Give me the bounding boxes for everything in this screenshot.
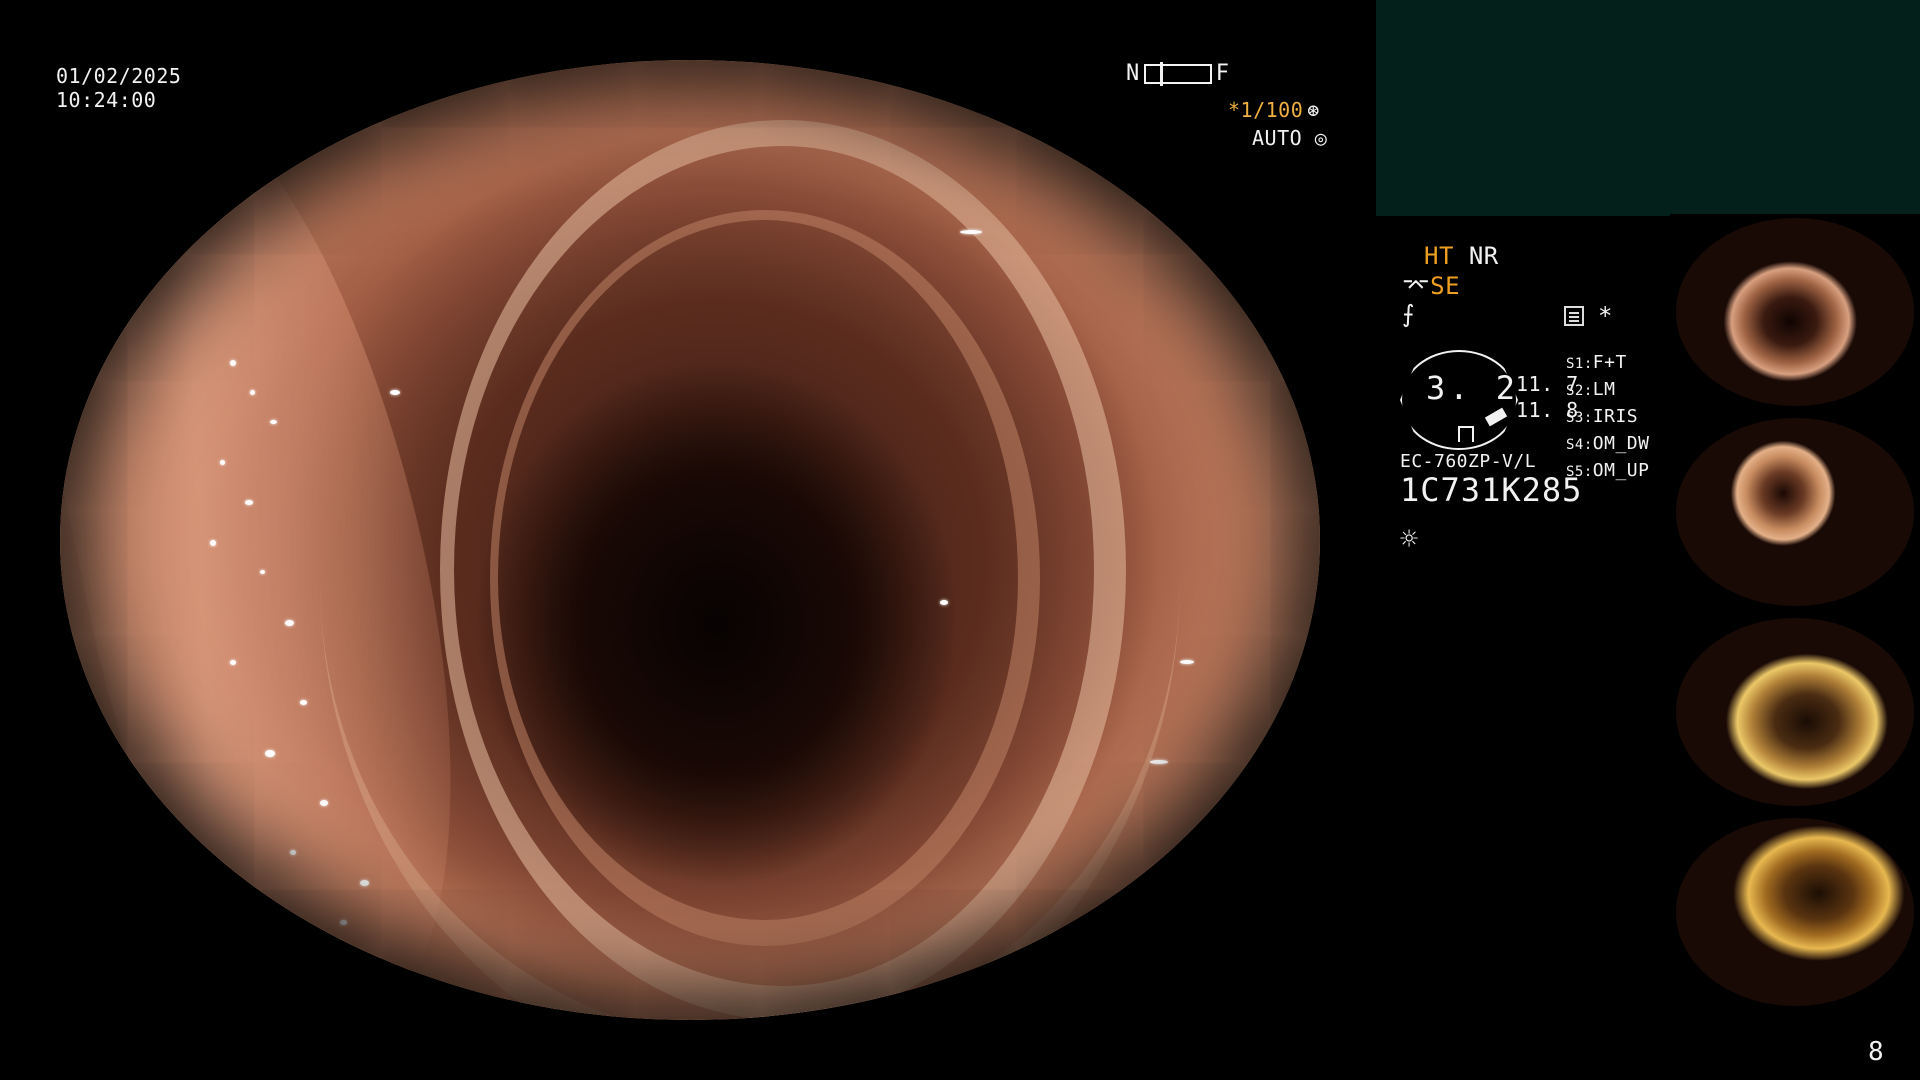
ht-label: HT: [1424, 242, 1454, 270]
switch-key: S3:: [1566, 410, 1593, 426]
structure-enhancement: ⌤SE: [1402, 274, 1460, 298]
auto-label: AUTO: [1252, 126, 1303, 150]
captured-image-3[interactable]: [1670, 614, 1920, 810]
thumbnail-image: [1676, 418, 1914, 606]
enhancement-mode: HT NR: [1424, 244, 1499, 268]
nr-label: NR: [1468, 242, 1499, 270]
switch-row: S3:IRIS: [1566, 404, 1649, 431]
switch-key: S2:: [1566, 383, 1593, 399]
star-marker: *: [1598, 302, 1613, 330]
date-text: 01/02/2025: [56, 64, 182, 88]
switch-value: IRIS: [1592, 406, 1639, 427]
dial-marker: [1458, 426, 1474, 442]
far-label: F: [1215, 61, 1230, 86]
list-icon: [1564, 306, 1584, 326]
secondary-display-panel: [1376, 0, 1920, 216]
se-label: SE: [1430, 272, 1461, 300]
switch-row: S1:F+T: [1566, 350, 1649, 377]
switch-value: F+T: [1592, 352, 1627, 373]
scope-serial: 1C731K285: [1400, 471, 1583, 509]
iris-icon: ◎: [1302, 126, 1328, 150]
switch-row: S2:LM: [1566, 377, 1649, 404]
focus-position-marker: [1159, 62, 1163, 86]
thumbnail-image: [1676, 618, 1914, 806]
switch-key: S1:: [1566, 356, 1593, 372]
time-text: 10:24:00: [56, 88, 157, 112]
focus-bar: [1143, 62, 1212, 86]
switch-key: S4:: [1566, 437, 1593, 453]
auto-iris-readout: AUTO ◎: [1252, 126, 1327, 150]
wave-icon: ⨍: [1402, 300, 1416, 328]
switch-assignments: S1:F+T S2:LM S3:IRIS S4:OM_DW S5:OM_UP: [1566, 350, 1649, 485]
shutter-speed-readout: *1/100 ⊛: [1228, 98, 1320, 122]
captured-image-1[interactable]: [1670, 214, 1920, 410]
switch-row: S4:OM_DW: [1566, 431, 1649, 458]
endoscope-live-view: [60, 60, 1320, 1020]
captured-images-strip: [1670, 214, 1920, 1014]
aperture-icon: ⊛: [1307, 98, 1320, 122]
thumbnail-image: [1676, 818, 1914, 1006]
near-far-focus-indicator: N F: [1126, 62, 1230, 86]
captured-image-2[interactable]: [1670, 414, 1920, 610]
date-time-readout: 01/02/2025 10:24:00: [56, 64, 181, 112]
page-number: 8: [1868, 1037, 1885, 1067]
switch-value: LM: [1592, 379, 1616, 400]
near-label: N: [1126, 61, 1140, 86]
sun-icon: ☼: [1400, 522, 1419, 557]
thumbnail-image: [1676, 218, 1914, 406]
dial-value: 3. 2: [1426, 369, 1520, 407]
scope-icon: ⌤: [1402, 272, 1431, 300]
shutter-star: *: [1228, 98, 1241, 122]
shutter-value: 1/100: [1240, 98, 1304, 122]
captured-image-4[interactable]: [1670, 814, 1920, 1010]
switch-value: OM_UP: [1592, 460, 1650, 481]
switch-value: OM_DW: [1592, 433, 1650, 454]
